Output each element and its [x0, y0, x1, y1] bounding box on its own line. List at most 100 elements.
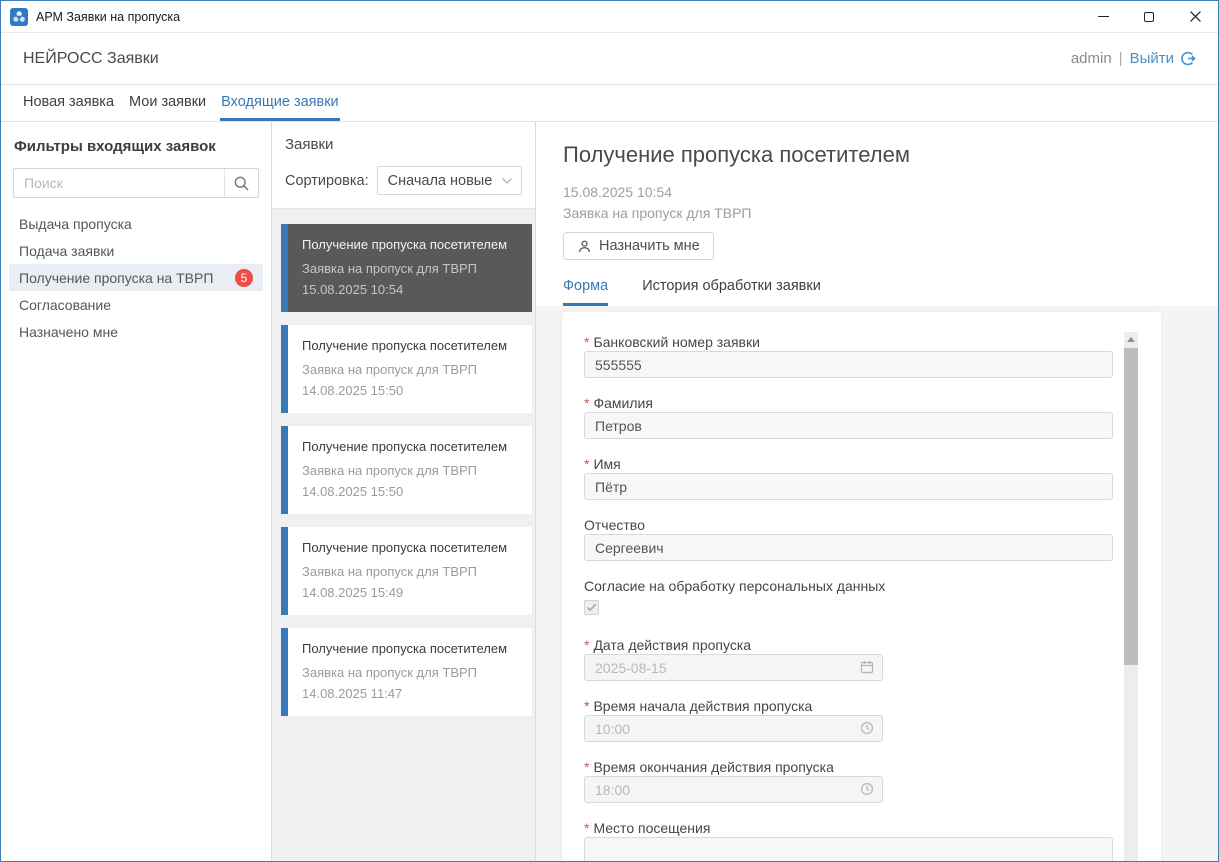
- check-icon: [586, 603, 597, 612]
- app-logo-icon: [10, 8, 28, 26]
- form-scrollbar[interactable]: [1124, 332, 1138, 861]
- filter-count-badge: 5: [235, 269, 253, 287]
- time-start-input[interactable]: [584, 715, 883, 742]
- required-marker: *: [584, 759, 589, 775]
- requests-column: Заявки Сортировка: Сначала новые Получен…: [272, 122, 536, 861]
- bank-number-input[interactable]: [584, 351, 1113, 378]
- request-card-title: Получение пропуска посетителем: [302, 437, 524, 456]
- detail-date: 15.08.2025 10:54: [563, 184, 1198, 201]
- field-label: Время окончания действия пропуска: [593, 759, 833, 775]
- field-label: Имя: [593, 456, 620, 472]
- tab-history[interactable]: История обработки заявки: [642, 278, 821, 306]
- required-marker: *: [584, 820, 589, 836]
- filter-item-assigned-to-me[interactable]: Назначено мне: [9, 318, 263, 345]
- scrollbar-thumb[interactable]: [1124, 348, 1138, 665]
- request-card[interactable]: Получение пропуска посетителем Заявка на…: [281, 527, 532, 615]
- search-input[interactable]: [14, 169, 224, 197]
- filter-list: Выдача пропуска Подача заявки Получение …: [9, 210, 263, 345]
- tab-form[interactable]: Форма: [563, 278, 608, 306]
- request-detail-panel: Получение пропуска посетителем 15.08.202…: [536, 122, 1218, 861]
- field-label: Дата действия пропуска: [593, 637, 751, 653]
- field-first-name: *Имя: [584, 456, 1091, 500]
- pass-date-input[interactable]: [584, 654, 883, 681]
- request-card-date: 15.08.2025 10:54: [302, 280, 524, 300]
- minimize-icon: [1098, 16, 1109, 17]
- detail-title: Получение пропуска посетителем: [563, 142, 1198, 168]
- sort-label: Сортировка:: [285, 173, 369, 189]
- filter-item-tvrp-pass[interactable]: Получение пропуска на ТВРП 5: [9, 264, 263, 291]
- logout-label: Выйти: [1130, 50, 1174, 67]
- tab-new-request[interactable]: Новая заявка: [22, 85, 115, 121]
- field-visit-place: *Место посещения: [584, 820, 1091, 861]
- close-button[interactable]: [1172, 1, 1218, 32]
- brand-title: НЕЙРОСС Заявки: [23, 50, 159, 68]
- filter-item-approval[interactable]: Согласование: [9, 291, 263, 318]
- request-card-subtitle: Заявка на пропуск для ТВРП: [302, 661, 524, 684]
- chevron-down-icon: [501, 177, 513, 185]
- assign-to-me-button[interactable]: Назначить мне: [563, 232, 714, 260]
- request-card[interactable]: Получение пропуска посетителем Заявка на…: [281, 325, 532, 413]
- request-list: Получение пропуска посетителем Заявка на…: [272, 209, 535, 861]
- current-user: admin: [1071, 50, 1112, 67]
- required-marker: *: [584, 698, 589, 714]
- request-card[interactable]: Получение пропуска посетителем Заявка на…: [281, 224, 532, 312]
- request-form-card: *Банковский номер заявки *Фамилия *Имя: [562, 312, 1161, 861]
- maximize-button[interactable]: [1126, 1, 1172, 32]
- sort-select[interactable]: Сначала новые: [377, 166, 522, 195]
- field-middle-name: Отчество: [584, 517, 1091, 561]
- user-separator: |: [1119, 50, 1123, 67]
- arrow-up-icon: [1127, 337, 1135, 342]
- title-bar: АРМ Заявки на пропуска: [1, 1, 1218, 33]
- filter-label: Согласование: [19, 297, 111, 313]
- person-icon: [577, 239, 592, 254]
- time-end-input[interactable]: [584, 776, 883, 803]
- requests-title: Заявки: [285, 136, 522, 153]
- required-marker: *: [584, 334, 589, 350]
- search-button[interactable]: [224, 169, 258, 197]
- field-bank-number: *Банковский номер заявки: [584, 334, 1091, 378]
- minimize-button[interactable]: [1080, 1, 1126, 32]
- search-icon: [233, 175, 250, 192]
- assign-to-me-label: Назначить мне: [599, 238, 700, 254]
- request-card-subtitle: Заявка на пропуск для ТВРП: [302, 358, 524, 381]
- request-card-title: Получение пропуска посетителем: [302, 639, 524, 658]
- filters-sidebar: Фильтры входящих заявок Выдача пропуска …: [1, 122, 272, 861]
- window-title: АРМ Заявки на пропуска: [36, 10, 180, 24]
- request-card[interactable]: Получение пропуска посетителем Заявка на…: [281, 628, 532, 716]
- request-card-date: 14.08.2025 15:50: [302, 482, 524, 502]
- filter-label: Назначено мне: [19, 324, 118, 340]
- close-icon: [1190, 11, 1201, 22]
- field-label: Время начала действия пропуска: [593, 698, 812, 714]
- field-last-name: *Фамилия: [584, 395, 1091, 439]
- tab-incoming-requests[interactable]: Входящие заявки: [220, 85, 340, 121]
- last-name-input[interactable]: [584, 412, 1113, 439]
- detail-tabbar: Форма История обработки заявки: [563, 278, 1198, 306]
- middle-name-input[interactable]: [584, 534, 1113, 561]
- field-label: Отчество: [584, 517, 645, 533]
- field-label: Банковский номер заявки: [593, 334, 759, 350]
- filters-title: Фильтры входящих заявок: [13, 138, 259, 155]
- field-time-end: *Время окончания действия пропуска: [584, 759, 1091, 803]
- filter-item-submit-request[interactable]: Подача заявки: [9, 237, 263, 264]
- requests-header: Заявки Сортировка: Сначала новые: [272, 122, 535, 209]
- tab-my-requests[interactable]: Мои заявки: [128, 85, 207, 121]
- request-card-date: 14.08.2025 15:49: [302, 583, 524, 603]
- request-card-subtitle: Заявка на пропуск для ТВРП: [302, 560, 524, 583]
- consent-checkbox[interactable]: [584, 600, 599, 615]
- request-card-date: 14.08.2025 11:47: [302, 684, 524, 704]
- logout-icon: [1179, 50, 1196, 67]
- request-card[interactable]: Получение пропуска посетителем Заявка на…: [281, 426, 532, 514]
- filter-item-issue-pass[interactable]: Выдача пропуска: [9, 210, 263, 237]
- required-marker: *: [584, 637, 589, 653]
- logout-link[interactable]: Выйти: [1130, 50, 1196, 67]
- detail-header: Получение пропуска посетителем 15.08.202…: [536, 122, 1218, 306]
- request-card-title: Получение пропуска посетителем: [302, 336, 524, 355]
- first-name-input[interactable]: [584, 473, 1113, 500]
- required-marker: *: [584, 456, 589, 472]
- visit-place-input[interactable]: [584, 837, 1113, 861]
- field-label: Фамилия: [593, 395, 652, 411]
- scroll-up-button[interactable]: [1124, 332, 1138, 346]
- request-card-subtitle: Заявка на пропуск для ТВРП: [302, 257, 524, 280]
- filter-label: Получение пропуска на ТВРП: [19, 270, 213, 286]
- filter-label: Подача заявки: [19, 243, 114, 259]
